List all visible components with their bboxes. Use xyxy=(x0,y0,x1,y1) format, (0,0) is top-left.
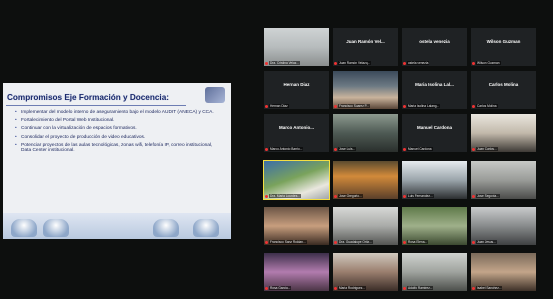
participant-tile[interactable]: Isabel Sanchez... xyxy=(471,253,536,291)
participant-name-label: Marco Antonio Barrio... xyxy=(269,147,304,151)
muted-mic-icon xyxy=(334,105,337,108)
muted-mic-icon xyxy=(472,62,475,65)
slide-title: Compromisos Eje Formación y Docencia: xyxy=(7,93,169,102)
muted-mic-icon xyxy=(265,148,268,151)
slide-bullet: Implementar del modelo interno de asegur… xyxy=(15,110,223,116)
shared-screen-panel: Compromisos Eje Formación y Docencia: Im… xyxy=(3,83,231,239)
participant-tile[interactable]: Rosa Elena... xyxy=(402,207,467,245)
participant-name-label: Wilson Guzman xyxy=(476,61,501,65)
muted-mic-icon xyxy=(265,62,268,65)
participant-tile[interactable]: Dra. Maria Lourdes... xyxy=(263,160,330,200)
participant-name-label: Carlos Molina xyxy=(476,104,498,108)
participant-display-name: Wilson Guzman xyxy=(486,39,521,44)
participant-name-label: Juan Carlos... xyxy=(476,147,498,151)
participant-name-label: Dra. Maria Lourdes... xyxy=(269,194,301,198)
slide-bullet: Consolidar el proyecto de producción de … xyxy=(15,135,223,141)
muted-mic-icon xyxy=(403,195,406,198)
participant-tile[interactable]: Juan Ramón Vel... Juan Ramón Velazq... xyxy=(333,28,398,66)
slide-title-underline xyxy=(6,105,186,106)
muted-mic-icon xyxy=(334,62,337,65)
participant-name-label: Manuel Cardona xyxy=(407,147,433,151)
participant-tile[interactable]: Francisco Sanz Roldan... xyxy=(264,207,329,245)
muted-mic-icon xyxy=(265,241,268,244)
participant-name-label: Juan Jesus... xyxy=(476,240,497,244)
participant-display-name: Carlos Molina xyxy=(488,82,519,87)
participant-tile[interactable]: Adolfo Ramirez... xyxy=(402,253,467,291)
muted-mic-icon xyxy=(334,195,337,198)
participant-tile[interactable]: Juan Jesus... xyxy=(471,207,536,245)
muted-mic-icon xyxy=(265,105,268,108)
participant-name-label: Jose Gregorio... xyxy=(338,194,363,198)
muted-mic-icon xyxy=(472,148,475,151)
participant-tile[interactable]: ostela venezia ostela venezia xyxy=(402,28,467,66)
slide-bullet: Continuar con la virtualización de espac… xyxy=(15,126,223,132)
muted-mic-icon xyxy=(403,287,406,290)
participant-name-label: Adolfo Ramirez... xyxy=(407,286,434,290)
muted-mic-icon xyxy=(472,105,475,108)
participant-tile[interactable]: Maria Rodriguez... xyxy=(333,253,398,291)
participant-tile[interactable]: Jose Luis... xyxy=(333,114,398,152)
participant-tile[interactable]: Francisco Suarez P... xyxy=(333,71,398,109)
participant-name-label: Juan Ramón Velazq... xyxy=(338,61,372,65)
muted-mic-icon xyxy=(403,62,406,65)
participant-name-label: Isabel Sanchez... xyxy=(476,286,503,290)
participant-tile[interactable]: Wilson Guzman Wilson Guzman xyxy=(471,28,536,66)
muted-mic-icon xyxy=(334,241,337,244)
participant-tile[interactable]: Dra. Guadalupe Ortiz... xyxy=(333,207,398,245)
participant-tile[interactable]: Luis Fernandez... xyxy=(402,161,467,199)
participant-name-label: Rosa Garcia... xyxy=(269,286,292,290)
muted-mic-icon xyxy=(403,148,406,151)
muted-mic-icon xyxy=(265,287,268,290)
muted-mic-icon xyxy=(265,195,268,198)
participant-name-label: ostela venezia xyxy=(407,61,430,65)
participant-display-name: Maria Isolina Lal... xyxy=(415,82,454,87)
muted-mic-icon xyxy=(334,287,337,290)
participant-name-label: Rosa Elena... xyxy=(407,240,429,244)
participant-name-label: Francisco Sanz Roldan... xyxy=(269,240,307,244)
participant-tile[interactable]: Hernan Diaz Hernan Diaz xyxy=(264,71,329,109)
participant-display-name: Manuel Cardona xyxy=(416,125,452,130)
participant-name-label: Dra. Cristina Velaz... xyxy=(269,61,301,65)
participant-display-name: Juan Ramón Vel... xyxy=(346,39,385,44)
participant-name-label: Jose Luis... xyxy=(338,147,357,151)
robot-graphic-icon xyxy=(153,219,179,237)
muted-mic-icon xyxy=(472,195,475,198)
participant-name-label: Luis Fernandez... xyxy=(407,194,434,198)
participant-tile[interactable]: Juan Carlos... xyxy=(471,114,536,152)
participant-tile[interactable]: Rosa Garcia... xyxy=(264,253,329,291)
participant-display-name: Hernan Diaz xyxy=(283,82,310,87)
participant-tile[interactable]: Carlos Molina Carlos Molina xyxy=(471,71,536,109)
participant-tile[interactable]: Manuel Cardona Manuel Cardona xyxy=(402,114,467,152)
participant-name-label: Jose Segovia... xyxy=(476,194,500,198)
participant-display-name: Marco Antonio... xyxy=(278,125,315,130)
participant-name-label: Hernan Diaz xyxy=(269,104,289,108)
participant-tile[interactable]: Marco Antonio... Marco Antonio Barrio... xyxy=(264,114,329,152)
slide-footer-graphic xyxy=(3,213,231,239)
participant-name-label: Maria Isolina Lalang... xyxy=(407,104,441,108)
muted-mic-icon xyxy=(403,105,406,108)
slide-bullet-list: Implementar del modelo interno de asegur… xyxy=(15,110,223,157)
participant-tile[interactable]: Dra. Cristina Velaz... xyxy=(264,28,329,66)
slide-bullet: Potenciar proyectos de las aulas tecnoló… xyxy=(15,143,223,154)
participant-display-name: ostela venezia xyxy=(419,39,450,44)
robot-graphic-icon xyxy=(43,219,69,237)
participant-tile[interactable]: Jose Segovia... xyxy=(471,161,536,199)
slide-bullet: Fortalecimiento del Portal Web Instituci… xyxy=(15,118,223,124)
participant-name-label: Dra. Guadalupe Ortiz... xyxy=(338,240,373,244)
robot-graphic-icon xyxy=(193,219,219,237)
muted-mic-icon xyxy=(403,241,406,244)
participant-name-label: Maria Rodriguez... xyxy=(338,286,367,290)
participant-name-label: Francisco Suarez P... xyxy=(338,104,371,108)
muted-mic-icon xyxy=(472,241,475,244)
participant-tile[interactable]: Maria Isolina Lal... Maria Isolina Lalang… xyxy=(402,71,467,109)
muted-mic-icon xyxy=(472,287,475,290)
robot-graphic-icon xyxy=(11,219,37,237)
participant-tile[interactable]: Jose Gregorio... xyxy=(333,161,398,199)
muted-mic-icon xyxy=(334,148,337,151)
